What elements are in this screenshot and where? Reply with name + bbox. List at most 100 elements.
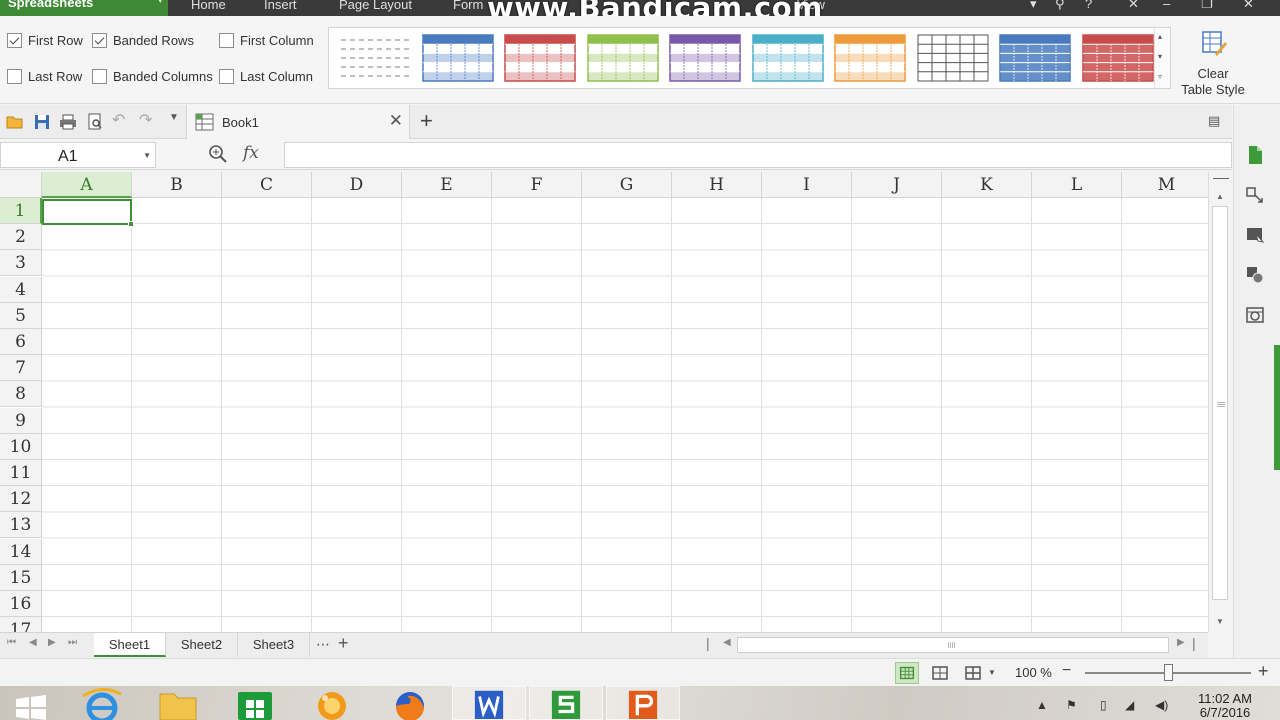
sheet-tab-2[interactable]: Sheet2 xyxy=(166,633,238,657)
table-style-swatch-4[interactable] xyxy=(586,34,659,82)
formula-input[interactable] xyxy=(284,142,1232,168)
reading-mode-icon[interactable] xyxy=(962,662,986,684)
gallery-scroller[interactable]: ▴ ▾ ▿ xyxy=(1154,28,1170,88)
firefox-icon[interactable] xyxy=(373,686,447,720)
help-icon[interactable]: ? xyxy=(1085,0,1092,10)
tab-split-handle[interactable]: | xyxy=(706,635,710,651)
internet-explorer-icon[interactable] xyxy=(65,686,139,720)
column-header-c[interactable]: C xyxy=(222,172,312,198)
select-all-corner[interactable] xyxy=(0,172,42,198)
row-header-5[interactable]: 5 xyxy=(0,302,42,329)
clear-table-style-button[interactable]: Clear Table Style xyxy=(1175,28,1251,98)
battery-icon[interactable]: ▯ xyxy=(1100,698,1107,712)
column-header-l[interactable]: L xyxy=(1032,172,1122,198)
row-header-4[interactable]: 4 xyxy=(0,276,42,303)
add-sheet-button[interactable]: + xyxy=(338,633,349,654)
new-document-icon[interactable] xyxy=(1245,145,1265,165)
zoom-in-button[interactable]: + xyxy=(1258,661,1269,682)
name-box[interactable]: A1 ▼ xyxy=(0,142,156,168)
fill-handle[interactable] xyxy=(128,221,134,227)
row-header-10[interactable]: 10 xyxy=(0,433,42,460)
banded-columns-checkbox[interactable] xyxy=(92,69,107,84)
first-column-checkbox[interactable] xyxy=(219,33,234,48)
row-header-12[interactable]: 12 xyxy=(0,486,42,513)
column-header-f[interactable]: F xyxy=(492,172,582,198)
network-icon[interactable]: ◢ xyxy=(1125,698,1134,712)
sheet-tab-3[interactable]: Sheet3 xyxy=(238,633,310,657)
selection-icon[interactable] xyxy=(1245,185,1265,205)
last-sheet-icon[interactable]: ⏭ xyxy=(68,637,77,648)
table-style-swatch-10[interactable] xyxy=(1081,34,1154,82)
scroll-right-icon[interactable]: ▶ xyxy=(1177,637,1185,648)
shapes-icon[interactable] xyxy=(1245,265,1265,285)
vertical-scrollbar[interactable]: ▲ ▼ xyxy=(1208,172,1232,632)
gallery-down-icon[interactable]: ▾ xyxy=(1158,52,1162,61)
column-header-a[interactable]: A xyxy=(42,172,132,198)
first-row-checkbox[interactable] xyxy=(7,33,22,48)
show-hidden-icons[interactable]: ▲ xyxy=(1036,698,1048,712)
chevron-down-icon[interactable]: ▼ xyxy=(143,151,151,160)
tab-list-icon[interactable]: ▤ xyxy=(1208,113,1226,131)
split-handle[interactable]: | xyxy=(1192,635,1196,651)
active-cell-a1[interactable] xyxy=(42,199,134,227)
row-header-6[interactable]: 6 xyxy=(0,329,42,355)
row-header-14[interactable]: 14 xyxy=(0,538,42,565)
column-header-i[interactable]: I xyxy=(762,172,852,198)
gallery-up-icon[interactable]: ▴ xyxy=(1158,32,1162,41)
next-sheet-icon[interactable]: ▶ xyxy=(48,637,56,648)
horizontal-scroll-thumb[interactable] xyxy=(737,637,1169,653)
clock[interactable]: 11:02 AM 6/7/2016 xyxy=(1188,692,1262,720)
new-tab-button[interactable]: + xyxy=(420,108,433,134)
backup-icon[interactable] xyxy=(1245,305,1265,325)
more-sheets-button[interactable]: ⋯ xyxy=(316,636,330,653)
zoom-percentage[interactable]: 100 % xyxy=(1015,665,1052,680)
flag-icon[interactable]: ⚑ xyxy=(1066,698,1077,712)
scroll-down-icon[interactable]: ▼ xyxy=(1216,617,1224,626)
format-icon[interactable] xyxy=(1245,225,1265,245)
row-header-11[interactable]: 11 xyxy=(0,460,42,486)
windows-start-icon[interactable] xyxy=(14,694,48,720)
menu-formulas[interactable]: Form xyxy=(453,0,483,11)
column-header-b[interactable]: B xyxy=(132,172,222,198)
row-header-7[interactable]: 7 xyxy=(0,355,42,382)
close-panel-icon[interactable]: ✕ xyxy=(1128,0,1139,10)
wps-presentation-icon[interactable] xyxy=(606,686,680,720)
column-header-g[interactable]: G xyxy=(582,172,672,198)
prev-sheet-icon[interactable]: ◀ xyxy=(29,637,37,648)
normal-view-icon[interactable] xyxy=(895,662,919,684)
row-header-3[interactable]: 3 xyxy=(0,250,42,277)
table-style-swatch-9[interactable] xyxy=(999,34,1071,82)
store-icon[interactable] xyxy=(218,686,292,720)
menu-page-layout[interactable]: Page Layout xyxy=(339,0,412,11)
app-menu-button[interactable]: Spreadsheets ▾ xyxy=(0,0,168,16)
column-header-k[interactable]: K xyxy=(942,172,1032,198)
page-break-view-icon[interactable] xyxy=(928,662,952,684)
menu-insert[interactable]: Insert xyxy=(264,0,297,11)
last-row-checkbox[interactable] xyxy=(7,69,22,84)
row-header-9[interactable]: 9 xyxy=(0,407,42,434)
table-style-swatch-7[interactable] xyxy=(834,34,906,82)
volume-icon[interactable]: ◀) xyxy=(1155,698,1168,712)
table-style-swatch-2[interactable] xyxy=(421,34,494,82)
file-explorer-icon[interactable] xyxy=(140,686,214,720)
column-header-m[interactable]: M xyxy=(1122,172,1208,198)
column-header-j[interactable]: J xyxy=(852,172,942,198)
close-document-icon[interactable]: ✕ xyxy=(389,111,403,131)
split-bar[interactable] xyxy=(1213,178,1229,179)
close-icon[interactable]: ✕ xyxy=(1243,0,1254,10)
last-column-checkbox[interactable] xyxy=(219,69,234,84)
banded-rows-checkbox[interactable] xyxy=(92,33,107,48)
zoom-slider-thumb[interactable] xyxy=(1164,664,1173,681)
zoom-out-button[interactable]: − xyxy=(1062,662,1071,680)
table-style-swatch-8[interactable] xyxy=(917,34,989,82)
column-header-e[interactable]: E xyxy=(402,172,492,198)
column-header-h[interactable]: H xyxy=(672,172,762,198)
row-header-13[interactable]: 13 xyxy=(0,512,42,539)
media-player-icon[interactable] xyxy=(295,686,369,720)
print-preview-icon[interactable] xyxy=(86,113,104,131)
print-icon[interactable] xyxy=(59,113,77,131)
vertical-scroll-thumb[interactable] xyxy=(1212,206,1228,600)
menu-home[interactable]: Home xyxy=(191,0,226,11)
account-icon[interactable]: ⚲ xyxy=(1055,0,1065,10)
row-header-17[interactable]: 17 xyxy=(0,617,42,632)
